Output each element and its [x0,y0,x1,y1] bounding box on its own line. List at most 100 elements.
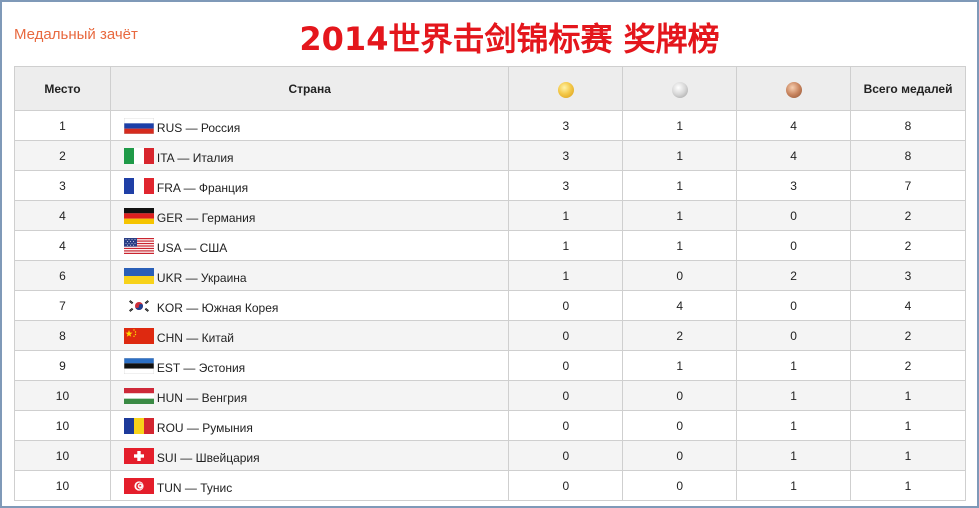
country-name: UKR — Украина [156,270,247,285]
country-name: ROU — Румыния [156,420,253,435]
country-cell: HUN — Венгрия [109,380,510,411]
header-place[interactable]: Место [14,66,111,111]
silver-count-cell: 1 [622,200,738,231]
gold-count-cell: 0 [508,290,624,321]
country-name: FRA — Франция [156,180,249,195]
total-count-cell: 8 [850,140,966,171]
country-name: CHN — Китай [156,330,235,345]
bronze-count-cell: 1 [736,350,852,381]
bronze-count-cell: 1 [736,440,852,471]
medal-table: Место Страна Всего медалей 1 RUS — Россия… [14,66,966,501]
header-total[interactable]: Всего медалей [850,66,966,111]
header-bronze[interactable] [736,66,852,111]
gold-count-cell: 3 [508,170,624,201]
country-cell: SUI — Швейцария [109,440,510,471]
silver-count-cell: 2 [622,320,738,351]
bronze-count-cell: 1 [736,470,852,501]
bronze-count-cell: 0 [736,320,852,351]
bronze-count-cell: 4 [736,110,852,141]
table-row: 10 HUN — Венгрия 0 0 1 1 [14,380,966,411]
total-count-cell: 2 [850,350,966,381]
total-count-cell: 2 [850,200,966,231]
silver-count-cell: 1 [622,170,738,201]
gold-count-cell: 1 [508,230,624,261]
place-cell: 4 [14,200,111,231]
south-korea-flag-icon [123,297,154,314]
country-cell: TUN — Тунис [109,470,510,501]
country-name: KOR — Южная Корея [156,300,279,315]
silver-count-cell: 1 [622,110,738,141]
country-cell: UKR — Украина [109,260,510,291]
place-cell: 3 [14,170,111,201]
table-row: 7 KOR — Южная Корея 0 4 0 4 [14,290,966,321]
total-count-cell: 1 [850,440,966,471]
silver-count-cell: 0 [622,440,738,471]
header-silver[interactable] [622,66,738,111]
country-name: USA — США [156,240,228,255]
header-country[interactable]: Страна [109,66,510,111]
country-name: ITA — Италия [156,150,234,165]
bronze-count-cell: 3 [736,170,852,201]
place-cell: 4 [14,230,111,261]
country-name: EST — Эстония [156,360,246,375]
gold-count-cell: 3 [508,140,624,171]
gold-count-cell: 0 [508,440,624,471]
silver-count-cell: 0 [622,380,738,411]
table-row: 4 USA — США 1 1 0 2 [14,230,966,261]
usa-flag-icon [123,237,154,254]
gold-count-cell: 0 [508,320,624,351]
hungary-flag-icon [123,387,154,404]
country-name: HUN — Венгрия [156,390,248,405]
bronze-count-cell: 0 [736,230,852,261]
table-row: 10 TUN — Тунис 0 0 1 1 [14,470,966,501]
country-cell: CHN — Китай [109,320,510,351]
total-count-cell: 8 [850,110,966,141]
table-row: 4 GER — Германия 1 1 0 2 [14,200,966,231]
country-name: RUS — Россия [156,120,241,135]
romania-flag-icon [123,417,154,434]
total-count-cell: 7 [850,170,966,201]
silver-count-cell: 1 [622,230,738,261]
silver-count-cell: 0 [622,260,738,291]
gold-count-cell: 1 [508,260,624,291]
table-header-row: Место Страна Всего медалей [14,66,966,111]
france-flag-icon [123,177,154,194]
total-count-cell: 3 [850,260,966,291]
table-row: 6 UKR — Украина 1 0 2 3 [14,260,966,291]
place-cell: 10 [14,470,111,501]
header-gold[interactable] [508,66,624,111]
screenshot-frame: Медальный зачёт 2014世界击剑锦标赛 奖牌榜 Место Ст… [0,0,979,508]
country-cell: EST — Эстония [109,350,510,381]
estonia-flag-icon [123,357,154,374]
bronze-count-cell: 0 [736,290,852,321]
table-row: 10 SUI — Швейцария 0 0 1 1 [14,440,966,471]
country-cell: KOR — Южная Корея [109,290,510,321]
silver-count-cell: 0 [622,410,738,441]
italy-flag-icon [123,147,154,164]
bronze-count-cell: 0 [736,200,852,231]
bronze-count-cell: 1 [736,410,852,441]
ukraine-flag-icon [123,267,154,284]
silver-count-cell: 4 [622,290,738,321]
place-cell: 10 [14,440,111,471]
silver-count-cell: 1 [622,140,738,171]
tunisia-flag-icon [123,477,154,494]
table-row: 10 ROU — Румыния 0 0 1 1 [14,410,966,441]
russia-flag-icon [123,117,154,134]
place-cell: 2 [14,140,111,171]
place-cell: 7 [14,290,111,321]
place-cell: 10 [14,380,111,411]
table-row: 1 RUS — Россия 3 1 4 8 [14,110,966,141]
bronze-count-cell: 1 [736,380,852,411]
place-cell: 9 [14,350,111,381]
place-cell: 6 [14,260,111,291]
gold-count-cell: 3 [508,110,624,141]
total-count-cell: 2 [850,230,966,261]
country-name: SUI — Швейцария [156,450,260,465]
country-name: GER — Германия [156,210,256,225]
total-count-cell: 1 [850,410,966,441]
country-cell: FRA — Франция [109,170,510,201]
country-cell: USA — США [109,230,510,261]
total-count-cell: 4 [850,290,966,321]
germany-flag-icon [123,207,154,224]
